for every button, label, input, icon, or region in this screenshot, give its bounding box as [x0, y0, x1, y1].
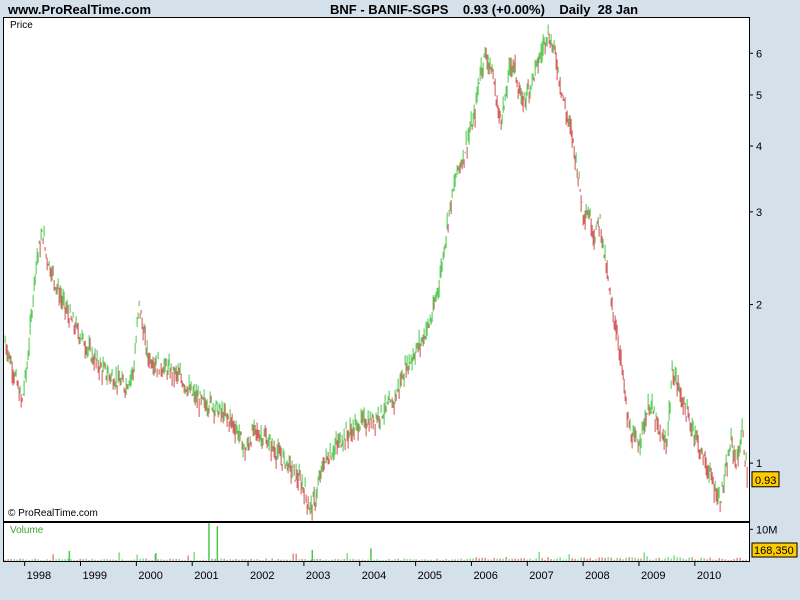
x-tick-label: 2008: [585, 570, 609, 582]
x-tick-label: 2005: [418, 570, 442, 582]
x-tick-label: 2009: [641, 570, 665, 582]
y-tick-label: 6: [756, 48, 762, 60]
x-tick-label: 2006: [473, 570, 497, 582]
last-price-label: 0.93: [755, 475, 776, 487]
x-tick-label: 1998: [27, 570, 51, 582]
y-tick-label: 5: [756, 90, 762, 102]
y-tick-label: 1: [756, 458, 762, 470]
chart-svg: 1 2 3 4 5 6 1998 1999 2000 2001 2002 2003 2004 2005 20…: [4, 24, 798, 582]
volume-tick-label: 10M: [756, 524, 777, 536]
x-tick-label: 2003: [306, 570, 330, 582]
last-volume-label: 168,350: [754, 545, 794, 557]
y-tick-label: 2: [756, 300, 762, 312]
y-tick-label: 4: [756, 141, 762, 153]
x-tick-label: 2007: [529, 570, 553, 582]
x-tick-label: 2000: [138, 570, 162, 582]
x-tick-label: 2001: [194, 570, 218, 582]
y-tick-label: 3: [756, 207, 762, 219]
x-tick-label: 2010: [697, 570, 721, 582]
x-tick-label: 2002: [250, 570, 274, 582]
x-tick-label: 2004: [362, 570, 386, 582]
x-tick-label: 1999: [83, 570, 107, 582]
